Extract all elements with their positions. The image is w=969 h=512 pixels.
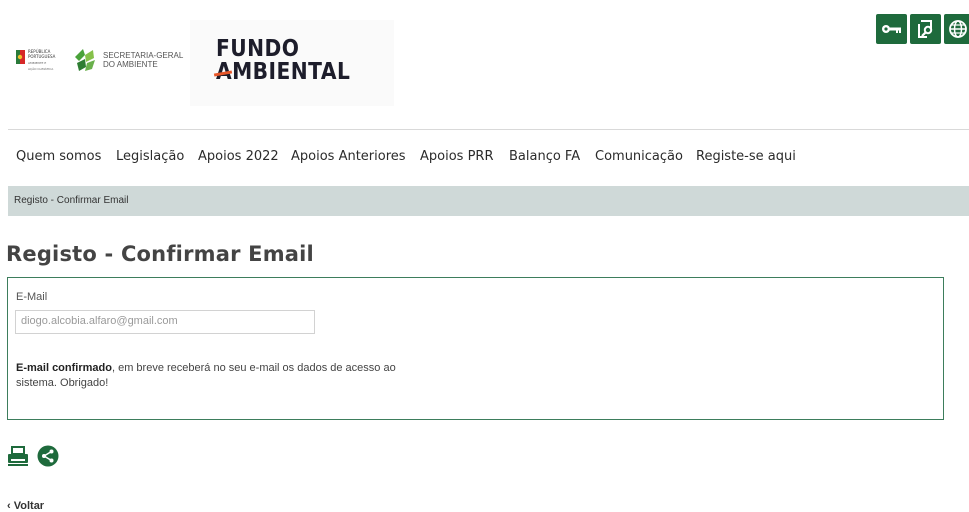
agency-name: SECRETARIA-GERAL DO AMBIENTE [103, 51, 183, 69]
brand-line-2: AMBIENTAL [216, 59, 351, 85]
utility-toolbar [876, 14, 969, 44]
nav-item-comunicacao[interactable]: Comunicação [595, 149, 696, 164]
search-button[interactable] [910, 14, 941, 44]
nav-item-apoios-anteriores[interactable]: Apoios Anteriores [291, 149, 420, 164]
back-link[interactable]: ‹ Voltar [7, 500, 44, 512]
nav-item-quem-somos[interactable]: Quem somos [16, 149, 116, 164]
rp-text-2: PORTUGUESA [28, 54, 56, 59]
print-icon[interactable] [7, 446, 29, 466]
nav-item-legislacao[interactable]: Legislação [116, 149, 198, 164]
chevron-left-icon: ‹ [7, 500, 14, 512]
nav-item-apoios-prr[interactable]: Apoios PRR [420, 149, 509, 164]
search-document-icon [917, 20, 932, 38]
login-button[interactable] [876, 14, 907, 44]
confirmation-message-bold: E-mail confirmado [16, 362, 112, 374]
agency-line-2: DO AMBIENTE [103, 60, 158, 69]
nav-item-registe-se[interactable]: Registe-se aqui [696, 149, 796, 164]
share-icon[interactable] [37, 445, 59, 467]
agency-line-1: SECRETARIA-GERAL [103, 51, 184, 60]
header-divider [8, 129, 969, 130]
breadcrumb-current: Registo - Confirmar Email [14, 195, 129, 206]
language-button[interactable] [944, 14, 969, 44]
nav-item-balanco-fa[interactable]: Balanço FA [509, 149, 595, 164]
page-tools [7, 445, 59, 467]
confirmation-message: E-mail confirmado, em breve receberá no … [16, 361, 406, 391]
page-title: Registo - Confirmar Email [6, 242, 314, 266]
nav-item-apoios-2022[interactable]: Apoios 2022 [198, 149, 291, 164]
key-icon [881, 25, 901, 33]
government-logo[interactable]: REPÚBLICA PORTUGUESA AMBIENTE E AÇÃO CLI… [16, 47, 183, 73]
main-navigation: Quem somos Legislação Apoios 2022 Apoios… [16, 149, 796, 164]
flag-icon [16, 50, 25, 64]
email-label: E-Mail [16, 291, 48, 303]
email-field[interactable]: diogo.alcobia.alfaro@gmail.com [15, 310, 315, 334]
republica-portuguesa-logo: REPÚBLICA PORTUGUESA AMBIENTE E AÇÃO CLI… [16, 49, 62, 71]
fundo-ambiental-logo[interactable]: FUNDO AMBIENTAL [190, 20, 394, 106]
globe-icon [949, 20, 967, 38]
confirm-email-panel: E-Mail diogo.alcobia.alfaro@gmail.com E-… [7, 277, 944, 420]
rp-ministry-1: AMBIENTE E [28, 61, 47, 65]
breadcrumb: Registo - Confirmar Email [8, 186, 969, 216]
secretaria-geral-logo-icon [75, 49, 95, 71]
back-link-label: Voltar [13, 500, 45, 512]
rp-ministry-2: AÇÃO CLIMÁTICA [28, 67, 54, 71]
site-header: REPÚBLICA PORTUGUESA AMBIENTE E AÇÃO CLI… [0, 0, 969, 110]
